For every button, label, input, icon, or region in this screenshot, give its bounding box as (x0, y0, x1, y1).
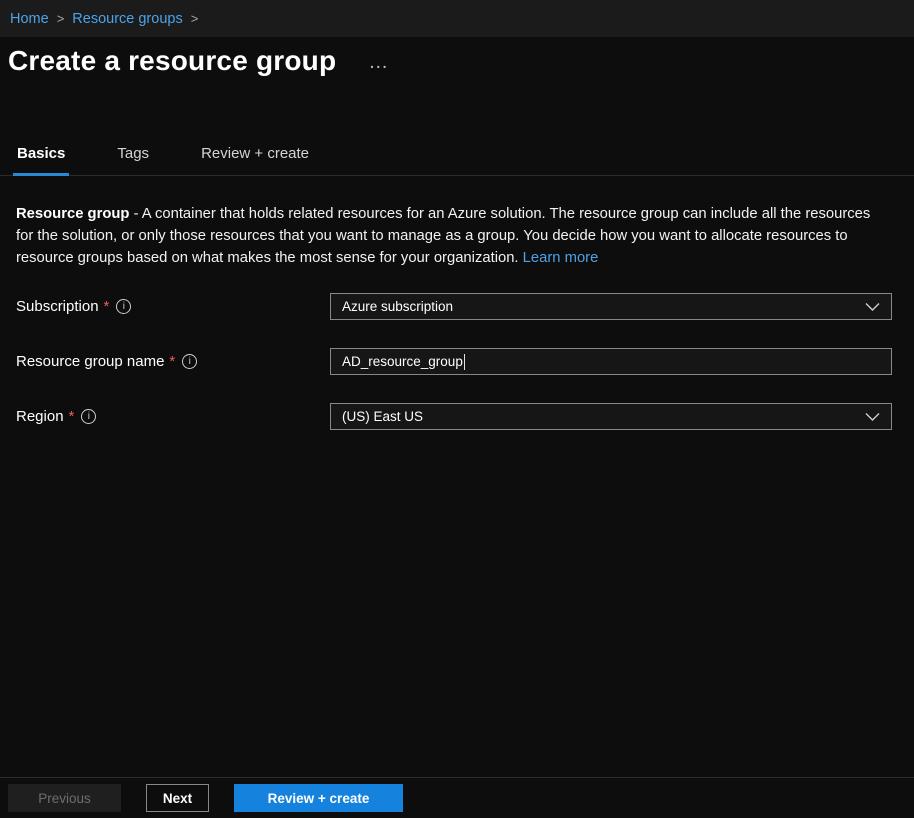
breadcrumb-separator: > (57, 11, 65, 26)
required-marker: * (69, 408, 75, 425)
more-menu-icon[interactable]: … (368, 54, 390, 70)
tab-bar: Basics Tags Review + create (0, 136, 914, 176)
resource-group-name-value: AD_resource_group (342, 354, 463, 369)
subscription-label-text: Subscription (16, 298, 99, 315)
region-info-icon[interactable]: i (81, 409, 96, 424)
tab-tags[interactable]: Tags (116, 136, 150, 175)
subscription-info-icon[interactable]: i (116, 299, 131, 314)
chevron-down-icon (865, 412, 880, 421)
description-lead: Resource group (16, 206, 129, 222)
subscription-value: Azure subscription (342, 299, 453, 314)
page-header: Create a resource group … (8, 44, 390, 78)
resource-group-name-label: Resource group name * i (16, 353, 330, 370)
previous-button[interactable]: Previous (8, 784, 121, 812)
breadcrumb-separator: > (191, 11, 199, 26)
wizard-footer: Previous Next Review + create (0, 777, 914, 818)
review-create-button[interactable]: Review + create (234, 784, 403, 812)
basics-form: Subscription * i Azure subscription Reso… (16, 293, 892, 458)
tab-review-create[interactable]: Review + create (200, 136, 310, 175)
tab-basics[interactable]: Basics (16, 136, 66, 175)
subscription-select[interactable]: Azure subscription (330, 293, 892, 320)
required-marker: * (169, 353, 175, 370)
subscription-row: Subscription * i Azure subscription (16, 293, 892, 320)
breadcrumb-link-resource-groups[interactable]: Resource groups (72, 11, 182, 27)
page-title: Create a resource group (8, 44, 336, 78)
resource-group-name-input[interactable]: AD_resource_group (330, 348, 892, 375)
breadcrumb-link-home[interactable]: Home (10, 11, 49, 27)
required-marker: * (104, 298, 110, 315)
subscription-label: Subscription * i (16, 298, 330, 315)
resource-group-name-row: Resource group name * i AD_resource_grou… (16, 348, 892, 375)
region-value: (US) East US (342, 409, 423, 424)
description-text: Resource group - A container that holds … (16, 203, 888, 269)
learn-more-link[interactable]: Learn more (523, 250, 599, 266)
resource-group-name-info-icon[interactable]: i (182, 354, 197, 369)
region-select[interactable]: (US) East US (330, 403, 892, 430)
chevron-down-icon (865, 302, 880, 311)
resource-group-name-label-text: Resource group name (16, 353, 164, 370)
region-label: Region * i (16, 408, 330, 425)
description-body: - A container that holds related resourc… (16, 206, 870, 266)
region-row: Region * i (US) East US (16, 403, 892, 430)
text-cursor (464, 354, 465, 370)
region-label-text: Region (16, 408, 64, 425)
breadcrumb: Home > Resource groups > (0, 0, 914, 37)
next-button[interactable]: Next (146, 784, 209, 812)
